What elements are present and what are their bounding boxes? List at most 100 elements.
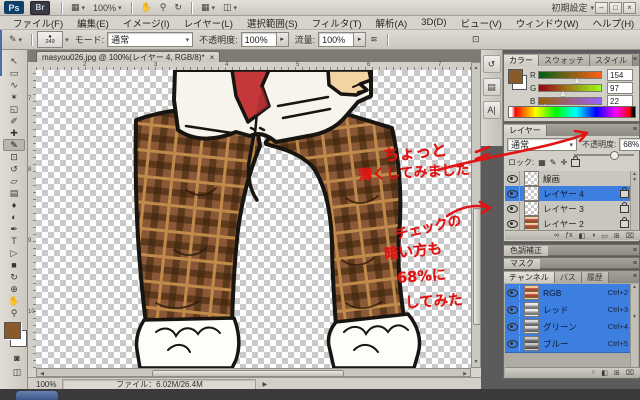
blue-slider[interactable] — [538, 97, 602, 105]
tool-pen[interactable]: ✒ — [3, 223, 25, 235]
new-layer-icon[interactable]: ⊞ — [614, 232, 620, 240]
new-group-icon[interactable]: ▭ — [601, 232, 608, 240]
menu-edit[interactable]: 編集(E) — [70, 16, 116, 30]
tool-crop[interactable]: ◱ — [3, 103, 25, 115]
screen-mode-toggle[interactable]: ◫ — [6, 366, 28, 378]
channel-row-green[interactable]: グリーン Ctrl+4 — [505, 318, 633, 336]
restore-button[interactable]: □ — [609, 2, 622, 14]
taskbar-item[interactable] — [16, 391, 58, 400]
horizontal-scroll-thumb[interactable] — [152, 370, 344, 377]
arrange-documents-button[interactable]: ▦ ▾ — [197, 1, 219, 14]
delete-layer-icon[interactable]: ⌧ — [626, 232, 634, 240]
link-layers-icon[interactable]: ∞ — [554, 232, 559, 239]
menu-file[interactable]: ファイル(F) — [6, 16, 70, 30]
flow-spinner[interactable]: ▸ — [354, 32, 366, 47]
layer-row-lineart[interactable]: 線画 — [505, 171, 633, 187]
vertical-scrollbar[interactable]: ▲ ▼ — [471, 62, 481, 368]
brush-tool-preset[interactable]: ✎ ▾ — [5, 33, 26, 46]
tool-shape[interactable]: ■ — [3, 259, 25, 271]
visibility-toggle[interactable] — [505, 285, 520, 300]
tool-lasso[interactable]: ∿ — [3, 79, 25, 91]
panel-menu-icon[interactable]: ≡ — [633, 260, 637, 267]
tool-brush[interactable]: ✎ — [3, 139, 25, 151]
layer-thumbnail[interactable] — [524, 186, 539, 201]
visibility-toggle[interactable] — [505, 336, 520, 351]
layer-thumbnail[interactable] — [524, 216, 539, 231]
layer-thumbnail[interactable] — [524, 201, 539, 216]
menu-view[interactable]: ビュー(V) — [454, 16, 509, 30]
tool-healing-brush[interactable]: ✚ — [3, 127, 25, 139]
channel-row-blue[interactable]: ブルー Ctrl+5 — [505, 335, 633, 353]
zoom-level-dropdown[interactable]: 100% ▾ — [89, 1, 126, 14]
tab-color[interactable]: カラー — [504, 55, 539, 66]
close-button[interactable]: × — [623, 2, 636, 14]
channels-scrollbar[interactable]: ▲▼ — [630, 284, 638, 368]
status-menu-icon[interactable]: ▶ — [262, 381, 267, 388]
tab-paths[interactable]: パス — [555, 272, 582, 283]
workspace-switcher[interactable]: 初期設定 ▾ — [551, 1, 594, 14]
dock-history-panel-button[interactable]: ↺ — [483, 55, 501, 73]
canvas[interactable] — [36, 70, 471, 368]
lock-transparent-icon[interactable]: ▦ — [538, 158, 546, 167]
tool-blur[interactable]: ♦ — [3, 199, 25, 211]
tool-quick-selection[interactable]: ✶ — [3, 91, 25, 103]
red-value[interactable]: 154 — [607, 69, 633, 81]
lock-position-icon[interactable]: ✛ — [561, 158, 568, 167]
rotate-view-button[interactable]: ↻ — [170, 1, 186, 14]
tool-type[interactable]: T — [3, 235, 25, 247]
red-slider[interactable] — [538, 71, 602, 79]
status-zoom-field[interactable]: 100% — [36, 380, 56, 389]
tool-3d-orbit[interactable]: ⊕ — [3, 283, 25, 295]
layers-blend-mode-dropdown[interactable]: 通常 ▾ — [507, 138, 577, 151]
dock-character-panel-button[interactable]: A| — [483, 101, 501, 119]
green-value[interactable]: 97 — [607, 82, 633, 94]
opacity-slider-knob[interactable] — [610, 151, 619, 160]
opacity-spinner[interactable]: ▸ — [277, 32, 289, 47]
bridge-icon[interactable]: Br — [30, 1, 50, 15]
panel-menu-icon[interactable]: ≡ — [633, 126, 637, 133]
channel-row-red[interactable]: レッド Ctrl+3 — [505, 301, 633, 319]
visibility-toggle[interactable] — [505, 186, 520, 201]
tool-clone-stamp[interactable]: ⊡ — [3, 151, 25, 163]
scroll-down-icon[interactable]: ▼ — [472, 358, 480, 366]
dock-brushes-panel-button[interactable]: ▤ — [483, 78, 501, 96]
menu-3d[interactable]: 3D(D) — [414, 17, 453, 28]
tool-dodge[interactable]: ◐ — [3, 211, 25, 223]
tool-3d-rotate[interactable]: ↻ — [3, 271, 25, 283]
add-mask-icon[interactable]: ◧ — [579, 232, 586, 240]
airbrush-toggle[interactable]: ≋ — [366, 33, 382, 46]
delete-channel-icon[interactable]: ⌧ — [626, 369, 634, 377]
view-extras-button[interactable]: ▦ ▾ — [67, 1, 89, 14]
horizontal-scrollbar[interactable]: ◀ ▶ — [36, 368, 471, 377]
menu-analysis[interactable]: 解析(A) — [369, 16, 415, 30]
opacity-input[interactable]: 100% — [241, 32, 277, 47]
green-slider[interactable] — [538, 84, 602, 92]
hand-tool-button[interactable]: ✋ — [137, 1, 156, 14]
vertical-scroll-thumb[interactable] — [473, 208, 481, 325]
tool-history-brush[interactable]: ↺ — [3, 163, 25, 175]
tab-close-icon[interactable]: × — [210, 53, 215, 62]
tab-layers[interactable]: レイヤー — [504, 125, 547, 136]
masks-panel-header[interactable]: マスク ≡ — [503, 257, 640, 269]
menu-help[interactable]: ヘルプ(H) — [586, 16, 640, 30]
zoom-tool-button[interactable]: ⚲ — [156, 1, 171, 14]
tool-path-selection[interactable]: ▷ — [3, 247, 25, 259]
visibility-toggle[interactable] — [505, 201, 520, 216]
scroll-up-icon[interactable]: ▲ — [472, 64, 480, 72]
menu-filter[interactable]: フィルタ(T) — [305, 16, 369, 30]
minimize-button[interactable]: – — [595, 2, 608, 14]
foreground-color-swatch[interactable] — [4, 322, 21, 339]
tool-move[interactable]: ↖ — [3, 55, 25, 67]
tab-styles[interactable]: スタイル — [590, 55, 633, 66]
visibility-toggle[interactable] — [505, 171, 520, 186]
channel-row-rgb[interactable]: RGB Ctrl+2 — [505, 284, 633, 302]
lock-all-icon[interactable] — [571, 159, 580, 167]
flow-input[interactable]: 100% — [318, 32, 354, 47]
color-spectrum-ramp[interactable] — [508, 106, 636, 118]
tool-zoom[interactable]: ⚲ — [3, 307, 25, 319]
menu-window[interactable]: ウィンドウ(W) — [509, 16, 586, 30]
tool-eraser[interactable]: ▱ — [3, 175, 25, 187]
layer-row-layer3[interactable]: レイヤー 3 — [505, 201, 633, 217]
tool-eyedropper[interactable]: ✐ — [3, 115, 25, 127]
quick-mask-button[interactable]: ◙ — [6, 352, 28, 364]
